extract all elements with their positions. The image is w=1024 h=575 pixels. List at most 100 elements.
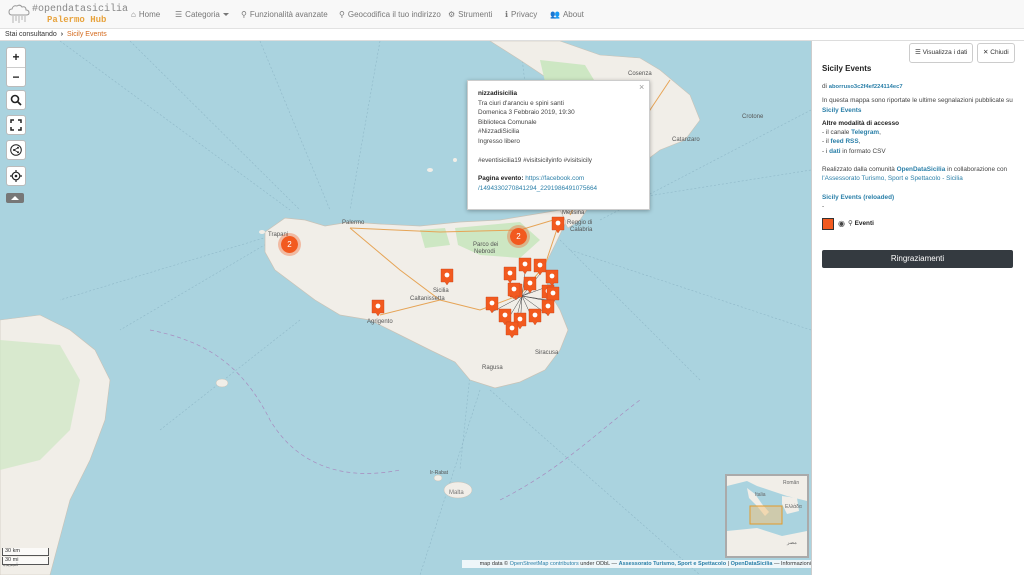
svg-text:Agrigento: Agrigento xyxy=(367,319,393,325)
svg-text:Italia: Italia xyxy=(755,492,766,498)
nav-categoria[interactable]: ☰ Categoria xyxy=(175,0,229,28)
popup-line: #NizzadiSicilia xyxy=(478,128,520,136)
minimap-tiles: Italia Român Ελλάδα مصر xyxy=(727,476,807,556)
zoom-icon[interactable]: ⚲ xyxy=(848,219,853,228)
search-map-button[interactable] xyxy=(6,90,26,110)
list-icon: ☰ xyxy=(175,9,183,19)
svg-text:Sicilia: Sicilia xyxy=(433,288,449,294)
brand-title: #opendatasicilia xyxy=(32,4,129,15)
zoom-out-button[interactable]: − xyxy=(7,67,25,87)
breadcrumb-current[interactable]: Sicily Events xyxy=(67,31,107,38)
share-icon xyxy=(10,144,22,156)
intro-link[interactable]: Sicily Events xyxy=(822,107,861,114)
assessorato-link[interactable]: Assessorato Turismo, Sport e Spettacolo xyxy=(619,561,726,567)
users-icon: 👥 xyxy=(550,9,560,19)
assessorato-sidebar-link[interactable]: l'Assessorato Turismo, Sport e Spettacol… xyxy=(822,175,963,182)
map-attribution: map data © OpenStreetMap contributors un… xyxy=(462,560,811,568)
fullscreen-button[interactable] xyxy=(6,115,26,135)
thanks-button[interactable]: Ringraziamenti xyxy=(822,250,1013,268)
svg-text:Messina: Messina xyxy=(562,210,585,216)
svg-text:Ragusa: Ragusa xyxy=(482,365,503,371)
locate-button[interactable] xyxy=(6,166,26,186)
caret-down-icon xyxy=(222,12,229,16)
popup-line: Tra ciuri d'aranciu e spini santi xyxy=(478,99,564,107)
svg-text:Catanzaro: Catanzaro xyxy=(672,137,700,143)
svg-text:Ελλάδα: Ελλάδα xyxy=(785,503,802,510)
access-heading: Altre modalità di accesso xyxy=(822,119,900,127)
osm-link[interactable]: OpenStreetMap contributors xyxy=(510,561,579,567)
access-item: - il feed RSS, xyxy=(822,138,861,146)
reloaded-link[interactable]: Sicily Events (reloaded) xyxy=(822,194,894,201)
popup-link-label: Pagina evento: xyxy=(478,175,524,183)
minimap[interactable]: Italia Român Ελλάδα مصر xyxy=(725,474,809,558)
gear-icon: ⚙ xyxy=(448,9,456,19)
top-navbar: #opendatasicilia Palermo Hub ⌂ Home ☰ Cate… xyxy=(0,0,1024,29)
breadcrumb-prefix: Stai consultando xyxy=(5,31,57,38)
intro-text: In questa mappa sono riportate le ultime… xyxy=(822,97,1013,114)
marker-cluster[interactable]: 2 xyxy=(507,225,530,248)
telegram-link[interactable]: Telegram xyxy=(851,129,879,136)
event-popup: × nizzadisicilia Tra ciuri d'aranciu e s… xyxy=(467,80,650,210)
popup-event-link-cont[interactable]: /149433027084129​4_2291986491075664 xyxy=(478,185,597,192)
ods-link[interactable]: OpenDataSicilia xyxy=(731,561,773,567)
rss-link[interactable]: feed RSS xyxy=(831,138,859,145)
breadcrumb: Stai consultando › Sicily Events xyxy=(0,29,1024,41)
layer-row[interactable]: ◉ ⚲ Eventi xyxy=(822,217,1017,230)
map-canvas[interactable]: Palermo Trapani Sicilia Caltanissetta Ag… xyxy=(0,41,811,575)
cloud-logo-icon xyxy=(8,4,30,23)
svg-text:Siracusa: Siracusa xyxy=(535,350,559,356)
svg-text:Palermo: Palermo xyxy=(342,220,365,226)
fullscreen-icon xyxy=(10,119,22,131)
info-icon: ℹ xyxy=(505,9,509,19)
marker-cluster[interactable]: 2 xyxy=(278,233,301,256)
nav-funzionalita-avanzate[interactable]: ⚲ Funzionalità avanzate xyxy=(241,0,328,28)
zoom-in-button[interactable]: + xyxy=(7,48,25,67)
view-data-button[interactable]: ☰ Visualizza i dati xyxy=(909,43,974,63)
svg-text:Crotone: Crotone xyxy=(742,114,764,120)
access-item: - il canale Telegram, xyxy=(822,129,881,137)
credit-text: Realizzato dalla comunità OpenDataSicili… xyxy=(822,166,1008,174)
event-marker[interactable] xyxy=(545,269,559,287)
data-link[interactable]: dati xyxy=(829,148,840,155)
layer-color-swatch[interactable] xyxy=(822,217,834,230)
scale-mi: 30 mi xyxy=(2,557,49,565)
sidebar-title: Sicily Events xyxy=(822,64,872,73)
author-link[interactable]: aborruso3c2f4ef224114ec7 xyxy=(829,84,903,90)
share-button[interactable] xyxy=(6,140,26,160)
popup-event-link[interactable]: https://facebook.com xyxy=(525,175,584,182)
svg-text:Reggio di: Reggio di xyxy=(567,220,592,226)
home-icon: ⌂ xyxy=(131,9,136,19)
map-marker-icon: ⚲ xyxy=(339,9,345,19)
zoom-control: + − xyxy=(6,47,26,87)
svg-text:Român: Român xyxy=(783,480,799,486)
close-button[interactable]: ✕ Chiudi xyxy=(977,43,1015,63)
opendatasicilia-link[interactable]: OpenDataSicilia xyxy=(897,166,946,173)
sidebar: ☰ Visualizza i dati ✕ Chiudi Sicily Even… xyxy=(811,41,1024,575)
svg-text:مصر: مصر xyxy=(786,540,797,546)
collapse-controls-button[interactable] xyxy=(6,193,24,203)
search-icon xyxy=(10,94,22,106)
svg-text:Cosenza: Cosenza xyxy=(628,71,652,77)
nav-home[interactable]: ⌂ Home xyxy=(131,0,160,28)
svg-text:Caltanissetta: Caltanissetta xyxy=(410,296,445,302)
nav-geocodifica[interactable]: ⚲ Geocodifica il tuo indirizzo xyxy=(339,0,441,28)
info-link[interactable]: — Informazioni xyxy=(774,561,811,567)
brand-subtitle: Palermo Hub xyxy=(47,15,107,25)
popup-line: Domenica 3 Febbraio 2019, 19:30 xyxy=(478,109,575,117)
nav-privacy[interactable]: ℹ Privacy xyxy=(505,0,537,28)
nav-strumenti[interactable]: ⚙ Strumenti xyxy=(448,0,492,28)
popup-line: Ingresso libero xyxy=(478,137,520,145)
svg-text:Nebrodi: Nebrodi xyxy=(474,249,495,255)
chevron-right-icon: › xyxy=(60,31,64,38)
popup-line: Biblioteca Comunale xyxy=(478,118,537,126)
search-icon: ⚲ xyxy=(241,9,247,19)
brand[interactable]: #opendatasicilia Palermo Hub xyxy=(7,3,128,25)
eye-icon[interactable]: ◉ xyxy=(838,219,845,228)
access-item: - i dati in formato CSV xyxy=(822,147,886,155)
svg-text:Parco dei: Parco dei xyxy=(473,242,498,248)
map-tiles: Palermo Trapani Sicilia Caltanissetta Ag… xyxy=(0,41,811,575)
popup-title: nizzadisicilia xyxy=(478,90,518,97)
sidebar-body: di aborruso3c2f4ef224114ec7 In questa ma… xyxy=(822,82,1017,230)
nav-about[interactable]: 👥 About xyxy=(550,0,584,28)
list-icon: ☰ xyxy=(915,49,923,56)
